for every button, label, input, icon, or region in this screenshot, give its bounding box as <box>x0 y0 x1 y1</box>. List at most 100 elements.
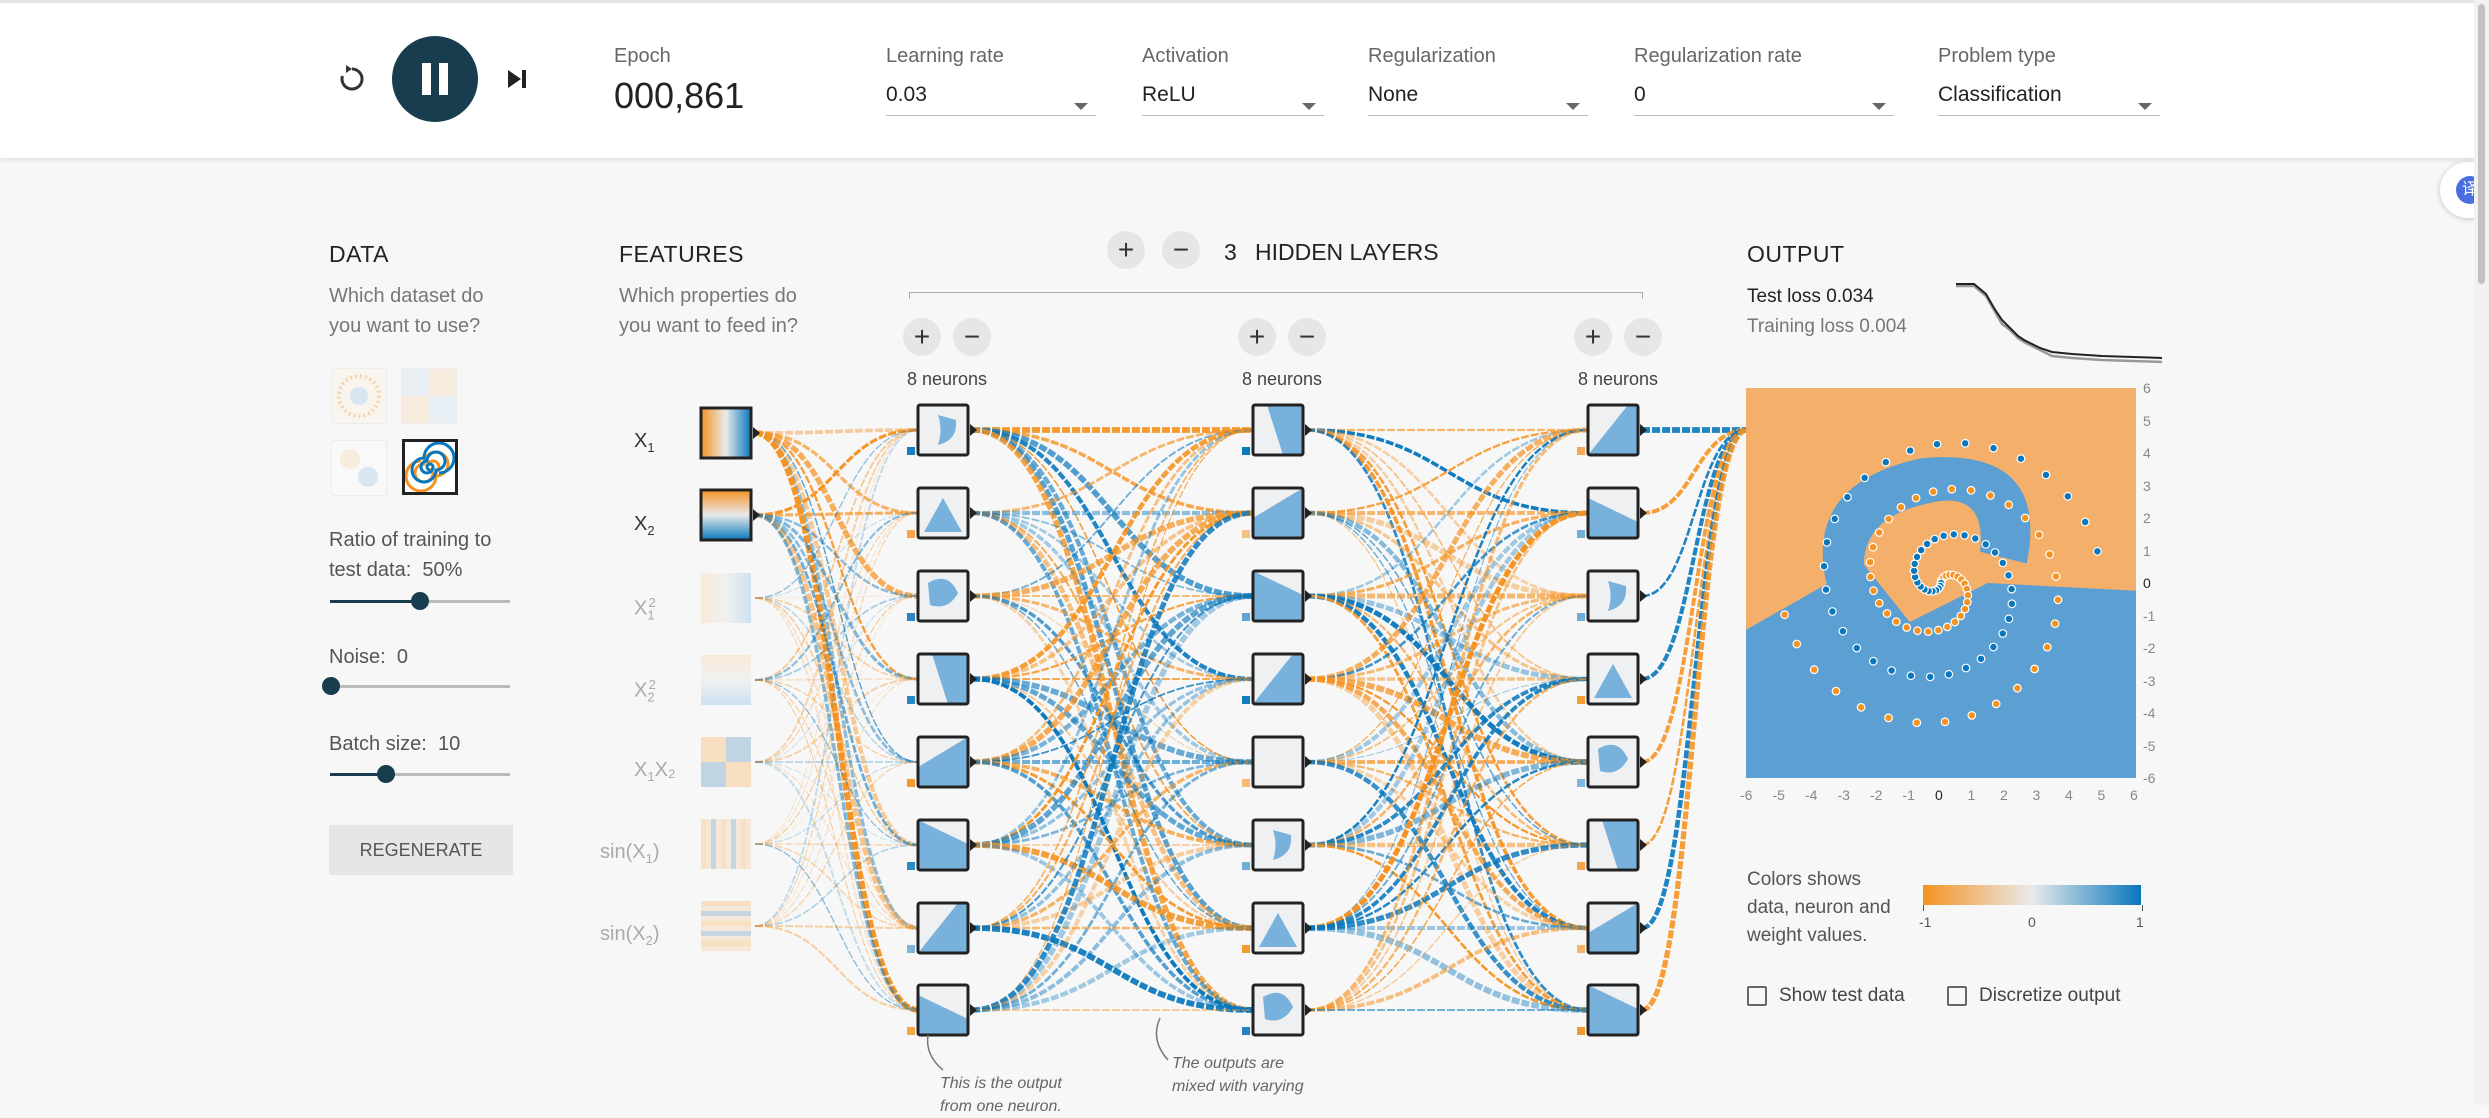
hidden-neuron[interactable] <box>907 983 977 1037</box>
bias-indicator[interactable] <box>1577 779 1585 787</box>
bias-indicator[interactable] <box>1242 447 1250 455</box>
output-weight-link[interactable] <box>1641 428 1748 515</box>
feature-thumb[interactable] <box>701 573 751 623</box>
bias-indicator[interactable] <box>1242 945 1250 953</box>
feature-node[interactable] <box>701 655 751 705</box>
hidden-neuron[interactable] <box>1577 901 1647 955</box>
data-point <box>2051 571 2061 581</box>
weight-link[interactable] <box>754 924 919 930</box>
node-output-arrow <box>753 427 760 439</box>
bias-indicator[interactable] <box>907 945 915 953</box>
x-axis-tick: 2 <box>2000 787 2008 803</box>
hidden-neuron[interactable] <box>1242 652 1312 706</box>
feature-node[interactable] <box>701 573 751 623</box>
bias-indicator[interactable] <box>1242 1027 1250 1035</box>
x-axis-tick: -1 <box>1902 787 1915 803</box>
bias-indicator[interactable] <box>1242 530 1250 538</box>
data-point <box>1905 446 1915 455</box>
hidden-neuron[interactable] <box>1577 983 1647 1037</box>
hidden-neuron[interactable] <box>1242 569 1312 623</box>
data-point <box>1956 611 1966 621</box>
weight-link[interactable] <box>754 512 919 927</box>
weight-link[interactable] <box>1306 595 1589 1011</box>
bias-indicator[interactable] <box>1577 447 1585 455</box>
bias-indicator[interactable] <box>1577 945 1585 953</box>
data-point <box>1868 542 1878 552</box>
y-axis-tick: -5 <box>2143 737 2156 754</box>
hidden-neuron[interactable] <box>1242 735 1312 789</box>
bias-indicator[interactable] <box>1242 862 1250 870</box>
bias-indicator[interactable] <box>907 613 915 621</box>
bias-indicator[interactable] <box>1242 696 1250 704</box>
hidden-neuron[interactable] <box>1577 486 1647 540</box>
weight-link[interactable] <box>971 428 1254 847</box>
feature-node[interactable] <box>699 406 760 460</box>
data-point <box>1916 545 1926 555</box>
hidden-neuron[interactable] <box>1577 735 1647 789</box>
hidden-neuron[interactable] <box>1242 403 1312 457</box>
hidden-neuron[interactable] <box>1242 486 1312 540</box>
data-point <box>2004 500 2014 510</box>
output-weight-link[interactable] <box>1641 427 1748 931</box>
color-legend-text: Colors shows data, neuron and weight val… <box>1747 866 1891 950</box>
feature-thumb[interactable] <box>699 488 753 542</box>
discretize-output-toggle[interactable]: Discretize output <box>1947 985 2121 1007</box>
bias-indicator[interactable] <box>1242 779 1250 787</box>
hidden-neuron[interactable] <box>1577 569 1647 623</box>
node-output-arrow <box>1305 673 1312 685</box>
bias-indicator[interactable] <box>907 1027 915 1035</box>
weight-link[interactable] <box>754 429 919 845</box>
hidden-neuron[interactable] <box>1577 818 1647 872</box>
output-weight-link[interactable] <box>1641 428 1748 847</box>
hidden-neuron[interactable] <box>1242 818 1312 872</box>
data-point <box>1947 484 1957 494</box>
x-axis-tick: -6 <box>1740 787 1753 803</box>
bias-indicator[interactable] <box>907 779 915 787</box>
hidden-neuron[interactable] <box>907 569 977 623</box>
weight-link[interactable] <box>971 593 1254 1013</box>
bias-indicator[interactable] <box>1577 530 1585 538</box>
bias-indicator[interactable] <box>1577 862 1585 870</box>
bias-indicator[interactable] <box>907 862 915 870</box>
feature-thumb[interactable] <box>699 406 753 460</box>
hidden-neuron[interactable] <box>907 403 977 457</box>
data-point <box>1830 514 1840 524</box>
bias-indicator[interactable] <box>1577 1027 1585 1035</box>
hidden-neuron[interactable] <box>1242 983 1312 1037</box>
hidden-neuron[interactable] <box>1577 652 1647 706</box>
hidden-neuron[interactable] <box>907 652 977 706</box>
data-point <box>1869 586 1878 596</box>
bias-indicator[interactable] <box>907 530 915 538</box>
show-test-data-toggle[interactable]: Show test data <box>1747 985 1905 1007</box>
color-scale-ticks-line <box>1923 905 2143 911</box>
feature-thumb[interactable] <box>701 655 751 705</box>
data-point <box>1874 528 1884 537</box>
output-section-title: OUTPUT <box>1747 241 1845 267</box>
bias-indicator[interactable] <box>1577 696 1585 704</box>
hidden-neuron[interactable] <box>907 486 977 540</box>
hidden-neuron[interactable] <box>907 901 977 955</box>
node-output-arrow <box>1305 424 1312 436</box>
x-axis-tick: -4 <box>1805 787 1818 803</box>
thumb-stripe <box>731 819 736 869</box>
bias-indicator[interactable] <box>1242 613 1250 621</box>
bias-indicator[interactable] <box>1577 613 1585 621</box>
data-point <box>2034 530 2044 540</box>
bias-indicator[interactable] <box>907 696 915 704</box>
feature-node[interactable] <box>699 488 760 542</box>
show-test-data-checkbox[interactable] <box>1747 986 1767 1006</box>
feature-node[interactable] <box>701 901 751 951</box>
output-weight-link[interactable] <box>1641 427 1748 1013</box>
weight-link[interactable] <box>754 512 919 845</box>
hidden-neuron[interactable] <box>907 818 977 872</box>
feature-node[interactable] <box>701 737 751 787</box>
discretize-output-checkbox[interactable] <box>1947 986 1967 1006</box>
hidden-neuron[interactable] <box>1577 403 1647 457</box>
data-point <box>2093 546 2102 556</box>
weight-link[interactable] <box>1306 428 1589 847</box>
hidden-neuron[interactable] <box>1242 901 1312 955</box>
weight-link[interactable] <box>754 924 919 1012</box>
feature-node[interactable] <box>701 819 751 869</box>
hidden-neuron[interactable] <box>907 735 977 789</box>
bias-indicator[interactable] <box>907 447 915 455</box>
